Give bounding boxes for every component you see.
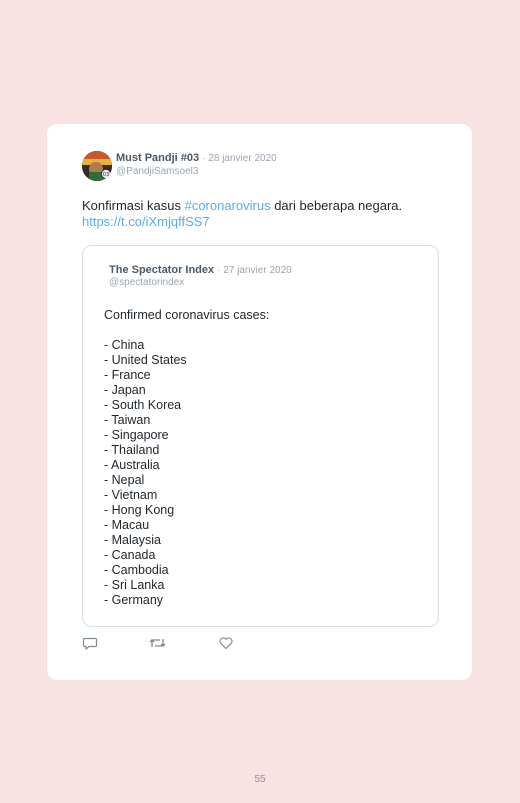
quoted-author-name[interactable]: The Spectator Index	[109, 264, 214, 276]
author-handle[interactable]: @PandjiSamsoel3	[116, 166, 198, 177]
list-item: - Australia	[104, 458, 160, 472]
quoted-handle[interactable]: @spectatorindex	[109, 277, 184, 288]
list-item: - Sri Lanka	[104, 578, 165, 592]
hashtag-link[interactable]: #coronarovirus	[185, 198, 271, 213]
list-item: - Thailand	[104, 443, 160, 457]
list-item: - Nepal	[104, 473, 145, 487]
tweet-card: 03 Must Pandji #03 · 28 janvier 2020 @Pa…	[47, 124, 472, 680]
list-item: - Taiwan	[104, 413, 151, 427]
tweet-text: Konfirmasi kasus #coronarovirus dari beb…	[82, 198, 442, 230]
list-item: - Singapore	[104, 428, 169, 442]
quoted-intro: Confirmed coronavirus cases:	[104, 308, 270, 322]
list-item: - United States	[104, 353, 187, 367]
list-item: - Malaysia	[104, 533, 161, 547]
list-item: - Canada	[104, 548, 156, 562]
quoted-date[interactable]: · 27 janvier 2020	[217, 265, 292, 276]
retweet-button[interactable]	[149, 635, 167, 653]
avatar[interactable]: 03	[82, 151, 112, 181]
list-item: - Hong Kong	[104, 503, 175, 517]
list-item: - Vietnam	[104, 488, 158, 502]
list-item: - Germany	[104, 593, 164, 607]
list-item: - China	[104, 338, 145, 352]
list-item: - Macau	[104, 518, 150, 532]
heart-icon	[219, 637, 233, 650]
tweet-text-end: dari beberapa negara.	[270, 198, 403, 213]
country-list: - China - United States - France - Japan…	[104, 338, 424, 608]
tweet-url-link[interactable]: https://t.co/iXmjqffSS7	[82, 214, 210, 229]
like-button[interactable]	[218, 635, 236, 653]
list-item: - South Korea	[104, 398, 182, 412]
list-item: - Cambodia	[104, 563, 169, 577]
list-item: - France	[104, 368, 151, 382]
reply-button[interactable]	[82, 635, 100, 653]
tweet-date[interactable]: · 28 janvier 2020	[202, 153, 277, 164]
author-name[interactable]: Must Pandji #03	[116, 152, 199, 164]
quoted-author-line: The Spectator Index · 27 janvier 2020	[109, 264, 292, 276]
page-number: 55	[254, 774, 266, 785]
quoted-tweet[interactable]: The Spectator Index · 27 janvier 2020 @s…	[82, 245, 439, 627]
tweet-author-line: Must Pandji #03 · 28 janvier 2020	[116, 152, 277, 164]
svg-text:03: 03	[103, 172, 109, 178]
list-item: - Japan	[104, 383, 146, 397]
tweet-text-start: Konfirmasi kasus	[82, 198, 185, 213]
quoted-text: Confirmed coronavirus cases: - China - U…	[104, 308, 424, 608]
reply-icon	[82, 637, 98, 650]
retweet-icon	[149, 639, 166, 647]
tweet-actions	[82, 635, 282, 653]
